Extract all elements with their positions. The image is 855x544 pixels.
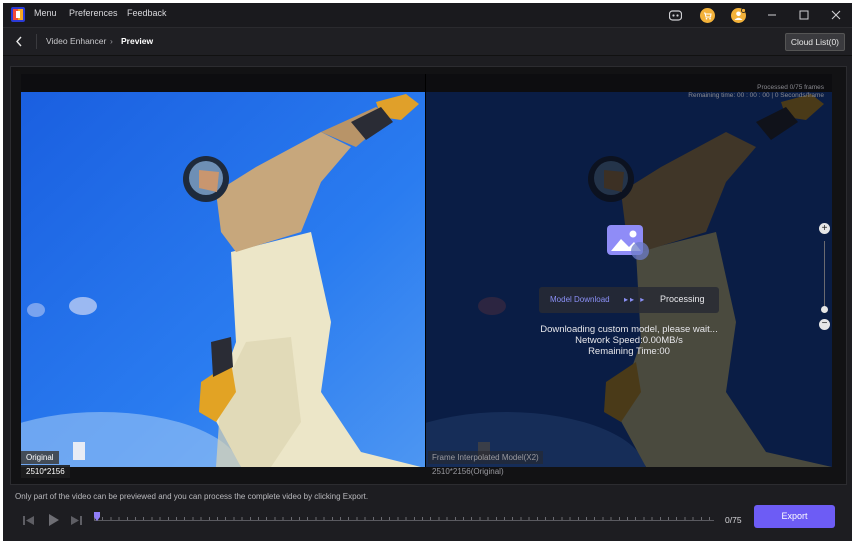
breadcrumb-parent[interactable]: Video Enhancer [46,36,106,46]
zoom-slider-track[interactable] [824,241,825,311]
skier-photo-dimmed [426,92,832,467]
interpolated-preview [426,92,832,467]
download-message: Downloading custom model, please wait... [540,324,718,335]
network-speed: Network Speed:0.00MB/s [575,335,683,346]
minimize-icon[interactable] [764,7,780,23]
progress-steps-card: Model Download ▸▸ ▸ Processing [539,287,719,313]
model-resolution: 2510*2156(Original) [432,467,504,476]
app-logo-icon [11,7,25,22]
processed-frames-text: Processed 0/75 frames [757,84,824,91]
cloud-list-button[interactable]: Cloud List(0) [784,33,845,51]
original-preview [21,92,425,467]
back-arrow-icon[interactable] [12,34,26,48]
timeline-track [94,520,714,521]
frame-counter: 0/75 [725,515,742,525]
export-button[interactable]: Export [754,505,835,528]
play-icon[interactable] [47,513,59,527]
skier-photo-original [21,92,425,467]
preview-stage: Processed 0/75 frames Remaining time: 00… [21,74,832,478]
title-bar: Menu Preferences Feedback [3,3,852,27]
original-label: Original [21,451,59,464]
remaining-time: Remaining Time:00 [588,346,670,357]
timeline-scrubber[interactable] [94,512,714,526]
chevron-right-icon: › [110,36,113,46]
breadcrumb-current: Preview [121,36,154,46]
previous-frame-icon[interactable] [22,513,34,527]
step-arrows-icon: ▸▸ ▸ [624,295,647,304]
playhead-icon[interactable] [94,512,100,521]
user-avatar-icon[interactable] [730,7,746,23]
next-frame-icon[interactable] [70,513,82,527]
zoom-slider-handle[interactable] [821,306,828,313]
original-resolution: 2510*2156 [21,465,70,478]
image-processing-icon [607,225,649,260]
preview-hint: Only part of the video can be previewed … [15,492,369,501]
app-window: Menu Preferences Feedback Video Enhancer… [3,3,852,541]
zoom-in-icon[interactable]: + [819,223,830,234]
zoom-out-icon[interactable]: − [819,319,830,330]
close-icon[interactable] [828,7,844,23]
cart-icon[interactable] [699,7,715,23]
preview-area: Processed 0/75 frames Remaining time: 00… [10,66,847,485]
discord-icon[interactable] [667,7,683,23]
model-label: Frame Interpolated Model(X2) [428,451,543,464]
menu-item-menu[interactable]: Menu [34,8,57,18]
compare-divider[interactable] [425,74,426,467]
step-processing: Processing [660,294,705,304]
maximize-icon[interactable] [796,7,812,23]
nav-divider [36,34,37,49]
menu-item-feedback[interactable]: Feedback [127,8,167,18]
nav-bar: Video Enhancer › Preview Cloud List(0) [3,27,852,56]
remaining-time-text: Remaining time: 00 : 00 : 00 | 0 Seconds… [688,92,824,99]
step-model-download: Model Download [550,295,610,304]
menu-item-preferences[interactable]: Preferences [69,8,118,18]
